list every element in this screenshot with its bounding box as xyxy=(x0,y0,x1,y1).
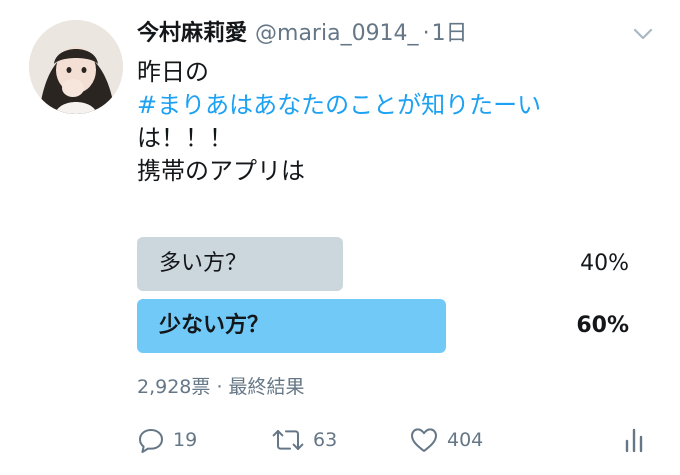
user-handle[interactable]: @maria_0914_ xyxy=(255,18,419,50)
poll-option-2: 少ない方？ 60% xyxy=(137,299,637,353)
tweet-text-line: 昨日の xyxy=(137,58,209,86)
poll-results-meta: 2,928票 · 最終結果 xyxy=(137,374,305,400)
avatar[interactable] xyxy=(29,20,123,114)
poll-meta-separator: · xyxy=(216,376,223,398)
poll-status: 最終結果 xyxy=(228,376,305,398)
timestamp[interactable]: 1日 xyxy=(432,18,468,50)
retweet-button[interactable]: 63 xyxy=(271,420,337,460)
chevron-down-icon[interactable] xyxy=(632,26,654,42)
heart-icon xyxy=(411,428,437,452)
poll: 多い方？ 40% 少ない方？ 60% xyxy=(137,237,637,361)
like-button[interactable]: 404 xyxy=(409,420,483,460)
tweet-actions: 19 63 404 xyxy=(137,420,657,460)
tweet-text-line: は！！！ xyxy=(137,124,233,152)
poll-vote-count: 2,928票 xyxy=(137,376,211,398)
reply-count: 19 xyxy=(173,429,198,451)
like-count: 404 xyxy=(447,429,484,451)
tweet-header: 今村麻莉愛 @maria_0914_ · 1日 xyxy=(137,18,468,50)
tweet-text-line: 携帯のアプリは xyxy=(137,157,305,185)
header-separator: · xyxy=(422,21,430,46)
reply-icon xyxy=(139,429,163,453)
retweet-icon xyxy=(272,430,304,450)
poll-option-label: 多い方？ xyxy=(159,251,248,276)
retweet-count: 63 xyxy=(313,429,338,451)
tweet-text: 昨日の #まりあはあなたのことが知りたーい は！！！ 携帯のアプリは xyxy=(137,56,657,188)
analytics-icon xyxy=(625,428,643,453)
poll-option-1: 多い方？ 40% xyxy=(137,237,637,291)
poll-option-percent: 60% xyxy=(576,313,629,338)
poll-option-label: 少ない方？ xyxy=(159,313,270,338)
avatar-photo-icon xyxy=(29,20,123,114)
tweet: 今村麻莉愛 @maria_0914_ · 1日 昨日の #まりあはあなたのことが… xyxy=(0,0,680,475)
poll-option-percent: 40% xyxy=(580,251,629,276)
analytics-button[interactable] xyxy=(623,420,653,460)
hashtag-link[interactable]: #まりあはあなたのことが知りたーい xyxy=(137,89,657,122)
display-name[interactable]: 今村麻莉愛 xyxy=(137,18,247,50)
reply-button[interactable]: 19 xyxy=(137,420,197,460)
